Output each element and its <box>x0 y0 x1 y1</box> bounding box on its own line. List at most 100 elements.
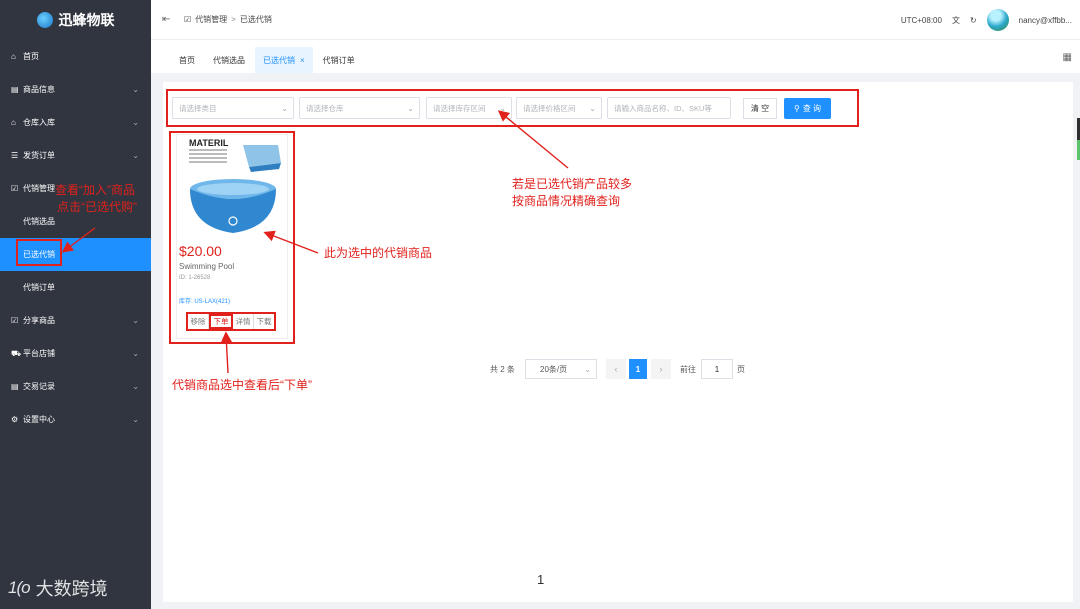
sidebar-item-label: 设置中心 <box>23 415 55 424</box>
keyword-input[interactable]: 请输入商品名称、ID、SKU等 <box>607 97 731 119</box>
prev-page-button[interactable]: ‹ <box>606 359 626 379</box>
download-button[interactable]: 下载 <box>254 314 274 329</box>
list-icon: ☰ <box>11 151 19 160</box>
product-image: MATERIL <box>189 138 281 233</box>
chevron-down-icon: ⌄ <box>132 316 139 325</box>
tab-label: 代销选品 <box>213 55 245 65</box>
sidebar-item-label: 仓库入库 <box>23 118 55 127</box>
chevron-down-icon: ⌄ <box>132 415 139 424</box>
tab-consignment-orders[interactable]: 代销订单 <box>315 47 363 73</box>
sidebar-item-share-products[interactable]: ☑ 分享商品 ⌄ <box>0 304 151 337</box>
tab-label: 代销订单 <box>322 55 355 65</box>
sidebar-item-label: 首页 <box>23 52 39 61</box>
brand[interactable]: 迅蜂物联 <box>0 0 151 40</box>
tab-selected-consignment[interactable]: 已选代销 × <box>255 47 313 73</box>
chevron-down-icon: ⌄ <box>132 349 139 358</box>
tab-consignment-selection[interactable]: 代销选品 <box>205 47 253 73</box>
breadcrumb-item[interactable]: 代销管理 <box>195 14 227 25</box>
goto-page-input[interactable]: 1 <box>701 359 733 379</box>
grid-menu-icon[interactable]: ▦ <box>1063 52 1072 63</box>
chevron-down-icon: ⌄ <box>589 103 596 113</box>
price-range-select[interactable]: 请选择价格区间 ⌄ <box>516 97 602 119</box>
details-button[interactable]: 详情 <box>233 314 254 329</box>
sidebar-item-shipping-orders[interactable]: ☰ 发货订单 ⌄ <box>0 139 151 172</box>
product-icon: ▤ <box>11 85 19 94</box>
sidebar-item-label: 代销选品 <box>23 217 55 226</box>
chevron-down-icon: ⌄ <box>132 382 139 391</box>
sidebar-annotation-line1: 查看“加入”商品 <box>55 183 135 197</box>
product-actions: 移除 下单 详情 下载 <box>186 312 276 331</box>
page-size-select[interactable]: 20条/页 ⌄ <box>525 359 597 379</box>
chevron-down-icon: ⌄ <box>132 151 139 160</box>
chevron-down-icon: ⌄ <box>584 364 591 374</box>
order-button[interactable]: 下单 <box>209 314 233 329</box>
refresh-icon[interactable]: ↻ <box>970 16 977 25</box>
filter-annotation: 若是已选代销产品较多 按商品情况精确查询 <box>512 176 632 210</box>
product-stock: 库存: US-LAX(421) <box>179 299 231 305</box>
sidebar-item-label: 分享商品 <box>23 316 55 325</box>
product-name[interactable]: Swimming Pool <box>179 262 234 271</box>
chevron-down-icon: ⌄ <box>132 118 139 127</box>
sidebar-item-home[interactable]: ⌂ 首页 <box>0 40 151 73</box>
sidebar-item-highlight <box>16 239 62 266</box>
warehouse-select[interactable]: 请选择仓库 ⌄ <box>299 97 420 119</box>
keyword-placeholder: 请输入商品名称、ID、SKU等 <box>614 103 712 113</box>
timezone[interactable]: UTC+08:00 <box>901 16 942 25</box>
chevron-down-icon: ⌄ <box>499 103 506 113</box>
sidebar: 迅蜂物联 ⌂ 首页 ▤ 商品信息 ⌄ ⌂ 仓库入库 ⌄ ☰ 发货订单 ⌄ ☑ 代… <box>0 0 151 609</box>
breadcrumb-icon: ☑ <box>184 15 192 24</box>
user-name[interactable]: nancy@xffbb... <box>1019 16 1072 25</box>
sidebar-annotation: 查看“加入”商品 点击“已选代购” <box>55 182 137 216</box>
sidebar-item-warehouse-inbound[interactable]: ⌂ 仓库入库 ⌄ <box>0 106 151 139</box>
tab-label: 首页 <box>179 55 195 65</box>
brand-name: 迅蜂物联 <box>58 12 115 28</box>
avatar[interactable] <box>986 9 1009 31</box>
category-select[interactable]: 请选择类目 ⌄ <box>172 97 294 119</box>
page-number-current[interactable]: 1 <box>629 359 647 379</box>
product-price: $20.00 <box>179 243 222 259</box>
header-right: UTC+08:00 文 ↻ nancy@xffbb... <box>901 0 1072 40</box>
pagination-total: 共 2 条 <box>490 364 515 374</box>
sidebar-item-label: 代销订单 <box>23 283 55 292</box>
sidebar-item-label: 发货订单 <box>23 151 55 160</box>
order-annotation: 代销商品选中查看后“下单” <box>172 378 312 392</box>
warehouse-icon: ⌂ <box>11 118 16 127</box>
page-number: 1 <box>537 572 545 587</box>
page-unit: 页 <box>737 364 745 374</box>
watermark-label: 大数跨境 <box>35 579 108 599</box>
chevron-down-icon: ⌄ <box>132 85 139 94</box>
query-button[interactable]: ⚲ 查 询 <box>784 98 831 119</box>
tab-bar: 首页 代销选品 已选代销 × 代销订单 ▦ <box>151 40 1080 73</box>
sidebar-item-label: 代销管理 <box>23 184 55 193</box>
price-placeholder: 请选择价格区间 <box>523 103 576 113</box>
watermark: 1(o 大数跨境 <box>8 575 108 601</box>
query-label: 查 询 <box>802 104 822 113</box>
search-icon: ⚲ <box>793 104 800 113</box>
sidebar-item-label: 平台店铺 <box>23 349 55 358</box>
sidebar-item-label: 交易记录 <box>23 382 55 391</box>
close-icon[interactable]: × <box>300 56 305 65</box>
next-page-button[interactable]: › <box>651 359 671 379</box>
cart-icon: ⛟ <box>11 348 22 358</box>
clear-button[interactable]: 清 空 <box>743 98 777 119</box>
top-header: ⇤ ☑ 代销管理 > 已选代销 UTC+08:00 文 ↻ nancy@xffb… <box>151 0 1080 40</box>
stock-range-select[interactable]: 请选择库存区间 ⌄ <box>426 97 512 119</box>
sidebar-item-transactions[interactable]: ▤ 交易记录 ⌄ <box>0 370 151 403</box>
translate-icon[interactable]: 文 <box>952 15 960 26</box>
tab-home[interactable]: 首页 <box>171 47 203 73</box>
sidebar-item-consignment-orders[interactable]: 代销订单 <box>0 271 151 304</box>
sidebar-item-label: 商品信息 <box>23 85 55 94</box>
menu-fold-icon[interactable]: ⇤ <box>162 14 174 25</box>
stock-placeholder: 请选择库存区间 <box>433 103 486 113</box>
share-icon: ☑ <box>11 316 19 325</box>
breadcrumb-separator: > <box>231 15 236 24</box>
tab-label: 已选代销 <box>263 55 295 65</box>
sidebar-item-product-info[interactable]: ▤ 商品信息 ⌄ <box>0 73 151 106</box>
sidebar-item-settings[interactable]: ⚙ 设置中心 ⌄ <box>0 403 151 436</box>
edit-icon: ☑ <box>11 184 19 193</box>
sidebar-item-platform-stores[interactable]: ⛟ 平台店铺 ⌄ <box>0 337 151 370</box>
remove-button[interactable]: 移除 <box>188 314 209 329</box>
gear-icon: ⚙ <box>11 415 19 424</box>
brand-logo-icon <box>36 12 53 28</box>
breadcrumb: ☑ 代销管理 > 已选代销 <box>184 14 272 25</box>
